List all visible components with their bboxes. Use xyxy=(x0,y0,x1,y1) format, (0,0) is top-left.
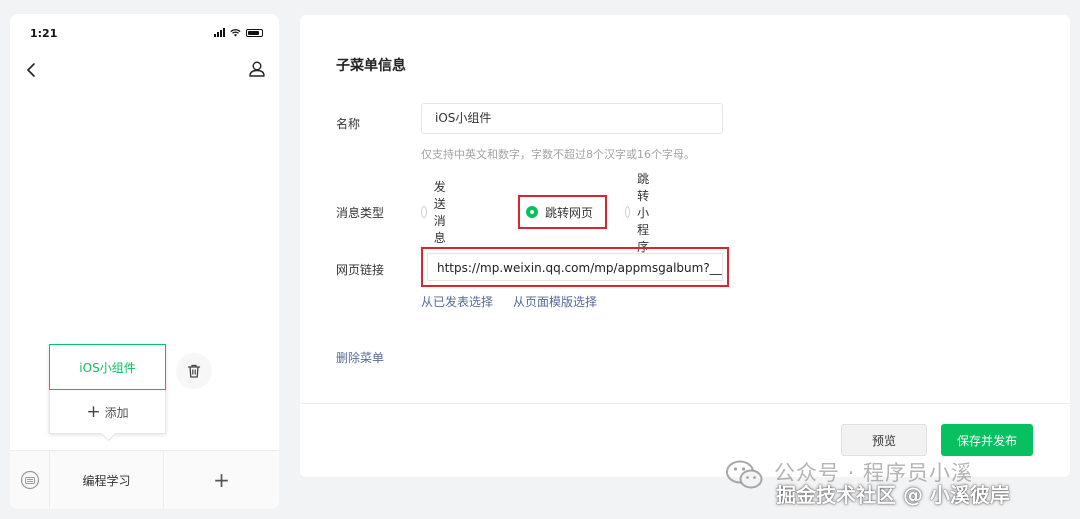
radio-label: 跳转网页 xyxy=(545,205,594,220)
radio-circle-icon xyxy=(625,206,631,218)
page-title: 子菜单信息 xyxy=(336,58,406,74)
battery-icon xyxy=(246,28,263,37)
radio-circle-icon xyxy=(421,206,427,218)
message-type-label: 消息类型 xyxy=(336,206,385,220)
add-submenu-label: 添加 xyxy=(104,405,129,420)
signal-icon xyxy=(214,28,225,37)
preview-button[interactable]: 预览 xyxy=(841,424,927,456)
watermark: 公众号 · 程序员小溪 掘金技术社区 @ 小溪彼岸 xyxy=(724,457,1074,517)
status-time: 1:21 xyxy=(30,27,58,40)
phone-preview: 1:21 iOS小组件 + 添加 编程学习 + xyxy=(10,14,279,509)
radio-label: 跳转小程序 xyxy=(637,171,650,254)
wifi-icon xyxy=(230,28,241,37)
keyboard-icon xyxy=(20,470,39,490)
trash-icon xyxy=(187,364,201,378)
url-field-highlight: https://mp.weixin.qq.com/mp/appmsgalbum?… xyxy=(421,247,729,287)
status-icons xyxy=(214,28,263,37)
name-field[interactable]: iOS小组件 xyxy=(421,103,723,134)
back-chevron-icon[interactable] xyxy=(22,60,42,80)
name-hint: 仅支持中英文和数字，字数不超过8个汉字或16个字母。 xyxy=(421,148,695,161)
name-label: 名称 xyxy=(336,117,361,131)
submenu-item-label: iOS小组件 xyxy=(79,360,136,375)
bottom-menu-label: 编程学习 xyxy=(82,473,131,488)
wechat-logo-icon xyxy=(726,460,763,489)
save-publish-button[interactable]: 保存并发布 xyxy=(941,424,1033,456)
radio-label: 发送消息 xyxy=(433,180,446,245)
watermark-line-2: 掘金技术社区 @ 小溪彼岸 xyxy=(776,483,1010,507)
radio-checked-icon xyxy=(526,206,538,218)
radio-jump-webpage[interactable]: 跳转网页 xyxy=(518,195,607,229)
submenu-item-ios-widget[interactable]: iOS小组件 xyxy=(49,344,166,390)
add-menu-button[interactable]: + xyxy=(164,451,279,509)
url-label: 网页链接 xyxy=(336,263,385,277)
plus-icon: + xyxy=(213,468,230,492)
submenu-popup: iOS小组件 + 添加 xyxy=(49,344,166,442)
delete-menu-link[interactable]: 删除菜单 xyxy=(336,349,384,366)
select-from-template-link[interactable]: 从页面模版选择 xyxy=(513,293,597,310)
user-profile-icon[interactable] xyxy=(247,59,267,79)
keyboard-toggle[interactable] xyxy=(10,451,50,509)
radio-send-message[interactable]: 发送消息 xyxy=(415,180,458,245)
bottom-menu-item[interactable]: 编程学习 xyxy=(50,451,164,509)
select-from-published-link[interactable]: 从已发表选择 xyxy=(421,293,493,310)
divider xyxy=(300,403,1070,404)
delete-submenu-button[interactable] xyxy=(176,353,212,389)
phone-bottom-menu-bar: 编程学习 + xyxy=(10,450,279,509)
submenu-settings-panel: 子菜单信息 名称 iOS小组件 仅支持中英文和数字，字数不超过8个汉字或16个字… xyxy=(300,15,1070,477)
url-field[interactable]: https://mp.weixin.qq.com/mp/appmsgalbum?… xyxy=(427,253,723,281)
status-bar: 1:21 xyxy=(10,14,279,54)
radio-jump-miniprogram[interactable]: 跳转小程序 xyxy=(619,172,662,254)
plus-icon: + xyxy=(86,402,101,422)
